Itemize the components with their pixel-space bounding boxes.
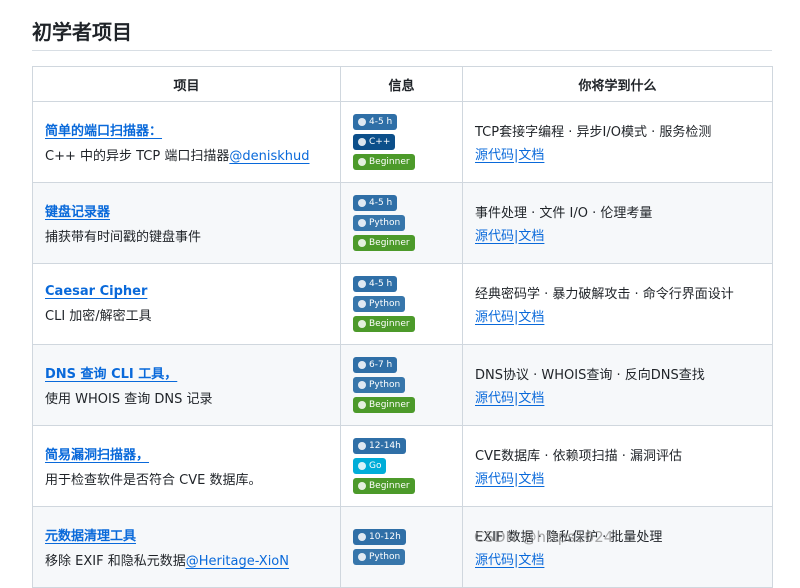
table-row: 简易漏洞扫描器， 用于检查软件是否符合 CVE 数据库。 12-14h Go B… [32,425,773,507]
table-row: 键盘记录器 捕获带有时间戳的键盘事件 4-5 h Python Beginner… [32,182,773,264]
project-description: CLI 加密/解密工具 [45,309,152,324]
project-cell: DNS 查询 CLI 工具， 使用 WHOIS 查询 DNS 记录 [32,344,341,426]
clock-icon [358,199,366,207]
level-badge: Beginner [353,478,415,494]
time-badge: 6-7 h [353,357,398,373]
python-icon [358,219,366,227]
source-link[interactable]: 源代码 [475,148,514,163]
page-title: 初学者项目 [32,20,132,44]
project-cell: 简易漏洞扫描器， 用于检查软件是否符合 CVE 数据库。 [32,425,341,507]
source-link[interactable]: 源代码 [475,391,514,406]
project-description: 移除 EXIF 和隐私元数据@Heritage-XioN [45,554,289,569]
projects-table: 项目 信息 你将学到什么 简单的端口扫描器： C++ 中的异步 TCP 端口扫描… [32,66,773,588]
time-badge: 4-5 h [353,195,398,211]
time-badge: 4-5 h [353,276,398,292]
info-cell: 6-7 h Python Beginner [340,344,463,426]
docs-link[interactable]: 文档 [518,472,544,487]
dot-icon [358,482,366,490]
watermark: CSDN @https1024 [474,528,614,546]
title-divider [32,50,772,51]
project-link[interactable]: Caesar Cipher [45,284,147,299]
time-badge: 4-5 h [353,114,398,130]
learn-cell: EXIF 数据 · 隐私保护 · 批量处理 源代码|文档 [462,506,773,588]
dot-icon [358,239,366,247]
clock-icon [358,361,366,369]
learn-topics: CVE数据库 · 依赖项扫描 · 漏洞评估 [475,449,682,464]
table-row: 元数据清理工具 移除 EXIF 和隐私元数据@Heritage-XioN 10-… [32,506,773,588]
clock-icon [358,118,366,126]
info-cell: 4-5 h Python Beginner [340,182,463,264]
learn-cell: TCP套接字编程 · 异步I/O模式 · 服务检测 源代码|文档 [462,101,773,183]
info-cell: 12-14h Go Beginner [340,425,463,507]
time-badge: 10-12h [353,529,406,545]
docs-link[interactable]: 文档 [518,391,544,406]
project-description: 用于检查软件是否符合 CVE 数据库。 [45,473,262,488]
header-learn: 你将学到什么 [462,66,773,102]
language-badge: Python [353,549,406,565]
language-badge: C++ [353,134,396,150]
project-link[interactable]: 键盘记录器 [45,201,110,220]
source-link[interactable]: 源代码 [475,553,514,568]
info-cell: 4-5 h C++ Beginner [340,101,463,183]
dot-icon [358,401,366,409]
learn-topics: DNS协议 · WHOIS查询 · 反向DNS查找 [475,368,705,383]
docs-link[interactable]: 文档 [518,553,544,568]
learn-cell: 事件处理 · 文件 I/O · 伦理考量 源代码|文档 [462,182,773,264]
project-link[interactable]: 元数据清理工具 [45,525,136,544]
level-badge: Beginner [353,154,415,170]
source-link[interactable]: 源代码 [475,229,514,244]
learn-cell: 经典密码学 · 暴力破解攻击 · 命令行界面设计 源代码|文档 [462,263,773,345]
go-icon [358,462,366,470]
time-badge: 12-14h [353,438,406,454]
clock-icon [358,533,366,541]
project-link[interactable]: 简单的端口扫描器： [45,120,162,139]
language-badge: Python [353,296,406,312]
source-link[interactable]: 源代码 [475,472,514,487]
python-icon [358,381,366,389]
docs-link[interactable]: 文档 [518,148,544,163]
source-link[interactable]: 源代码 [475,310,514,325]
project-cell: 简单的端口扫描器： C++ 中的异步 TCP 端口扫描器@deniskhud [32,101,341,183]
table-row: DNS 查询 CLI 工具， 使用 WHOIS 查询 DNS 记录 6-7 h … [32,344,773,426]
level-badge: Beginner [353,316,415,332]
info-cell: 4-5 h Python Beginner [340,263,463,345]
level-badge: Beginner [353,397,415,413]
dot-icon [358,158,366,166]
table-header-row: 项目 信息 你将学到什么 [32,66,773,102]
learn-topics: 事件处理 · 文件 I/O · 伦理考量 [475,206,653,221]
table-row: 简单的端口扫描器： C++ 中的异步 TCP 端口扫描器@deniskhud 4… [32,101,773,183]
dot-icon [358,320,366,328]
language-badge: Python [353,377,406,393]
learn-topics: 经典密码学 · 暴力破解攻击 · 命令行界面设计 [475,287,734,302]
clock-icon [358,442,366,450]
docs-link[interactable]: 文档 [518,229,544,244]
level-badge: Beginner [353,235,415,251]
author-link[interactable]: @deniskhud [229,149,309,164]
project-cell: Caesar Cipher CLI 加密/解密工具 [32,263,341,345]
learn-cell: CVE数据库 · 依赖项扫描 · 漏洞评估 源代码|文档 [462,425,773,507]
header-project: 项目 [32,66,341,102]
cpp-icon [358,138,366,146]
project-cell: 元数据清理工具 移除 EXIF 和隐私元数据@Heritage-XioN [32,506,341,588]
project-description: C++ 中的异步 TCP 端口扫描器@deniskhud [45,149,310,164]
learn-cell: DNS协议 · WHOIS查询 · 反向DNS查找 源代码|文档 [462,344,773,426]
docs-link[interactable]: 文档 [518,310,544,325]
learn-topics: TCP套接字编程 · 异步I/O模式 · 服务检测 [475,125,712,140]
info-cell: 10-12h Python [340,506,463,588]
project-description: 使用 WHOIS 查询 DNS 记录 [45,392,213,407]
author-link[interactable]: @Heritage-XioN [186,554,289,569]
table-row: Caesar Cipher CLI 加密/解密工具 4-5 h Python B… [32,263,773,345]
project-cell: 键盘记录器 捕获带有时间戳的键盘事件 [32,182,341,264]
clock-icon [358,280,366,288]
project-description: 捕获带有时间戳的键盘事件 [45,230,202,245]
python-icon [358,553,366,561]
python-icon [358,300,366,308]
language-badge: Python [353,215,406,231]
project-link[interactable]: DNS 查询 CLI 工具， [45,363,177,382]
header-info: 信息 [340,66,463,102]
language-badge: Go [353,458,387,474]
project-link[interactable]: 简易漏洞扫描器， [45,444,149,463]
